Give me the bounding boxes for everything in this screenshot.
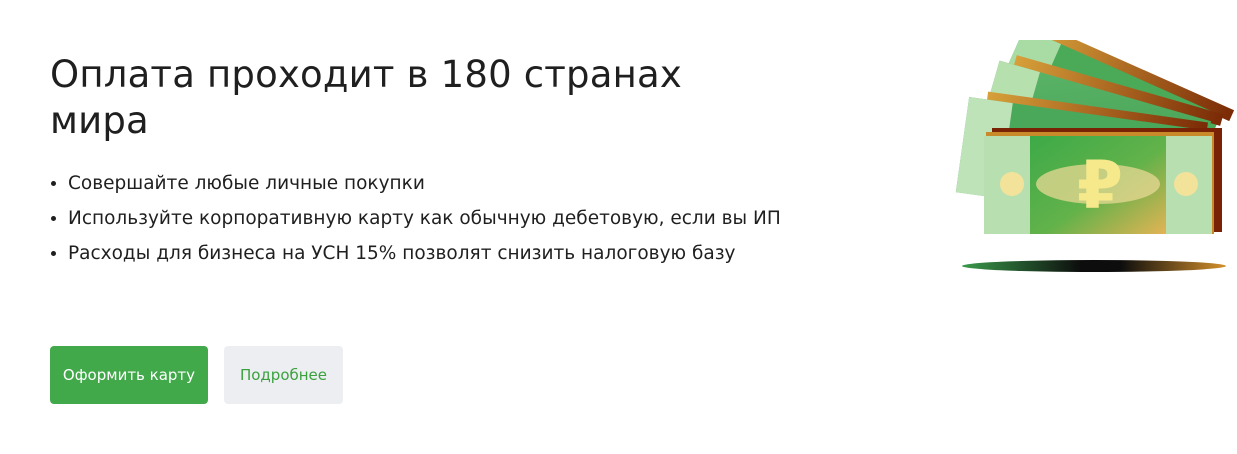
feature-list: Совершайте любые личные покупки Использу…	[50, 166, 810, 271]
money-illustration: ₽	[955, 40, 1235, 272]
feature-item-personal-purchases: Совершайте любые личные покупки	[50, 166, 810, 201]
page-title: Оплата проходит в 180 странах мира	[50, 52, 810, 144]
shadow	[962, 260, 1226, 272]
ruble-symbol: ₽	[1077, 147, 1123, 224]
title-line-2: мира	[50, 99, 149, 142]
feature-item-debit-card: Используйте корпоративную карту как обыч…	[50, 201, 810, 236]
feature-item-tax-base: Расходы для бизнеса на УСН 15% позволят …	[50, 236, 810, 271]
front-bill: ₽	[984, 128, 1222, 234]
order-card-button[interactable]: Оформить карту	[50, 346, 208, 404]
promo-content: Оплата проходит в 180 странах мира Совер…	[50, 52, 810, 271]
more-details-button[interactable]: Подробнее	[224, 346, 343, 404]
title-line-1: Оплата проходит в 180 странах	[50, 53, 682, 96]
